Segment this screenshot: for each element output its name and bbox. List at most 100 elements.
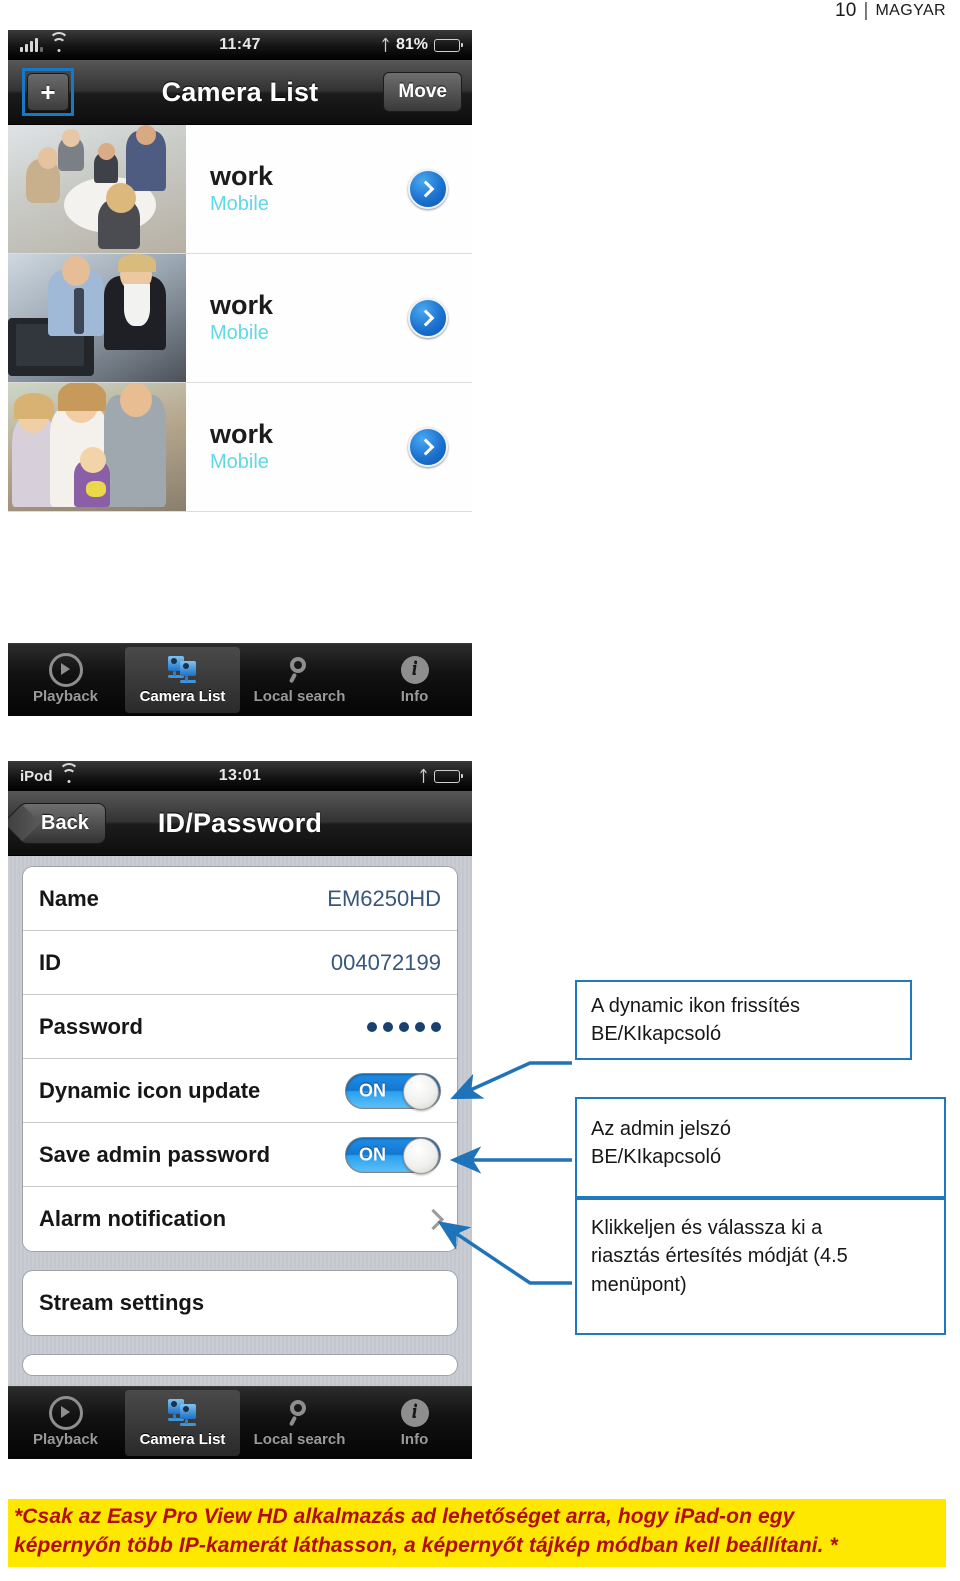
- camera-list: work Mobile work Mobile work Mobile: [8, 125, 472, 643]
- row-alarm-notification-label: Alarm notification: [39, 1206, 227, 1231]
- row-name[interactable]: Name EM6250HD: [23, 867, 457, 931]
- chevron-right-icon[interactable]: [422, 1208, 445, 1230]
- tab-playback[interactable]: Playback: [8, 644, 123, 716]
- annotation-alarm-notification-line1: Klikkeljen és válassza ki a: [591, 1217, 823, 1239]
- tab-info[interactable]: i Info: [357, 644, 472, 716]
- row-id[interactable]: ID 004072199: [23, 931, 457, 995]
- playback-icon: [48, 1396, 83, 1430]
- annotation-alarm-notification-line3: menüpont): [591, 1273, 687, 1296]
- camera-list-item[interactable]: work Mobile: [8, 254, 472, 383]
- add-camera-button[interactable]: +: [27, 73, 69, 111]
- tab-local-search[interactable]: Local search: [242, 1387, 357, 1459]
- settings-group-stream: Stream settings: [22, 1270, 458, 1336]
- tab-bar-id-password: Playback Camera List Local search i Info: [8, 1386, 472, 1459]
- tab-playback-label: Playback: [32, 688, 99, 705]
- row-name-label: Name: [39, 885, 99, 911]
- chevron-right-icon[interactable]: [408, 298, 448, 338]
- row-save-admin-password[interactable]: Save admin password ON: [23, 1123, 457, 1187]
- row-save-admin-password-label: Save admin password: [39, 1141, 271, 1167]
- row-stream-settings-label: Stream settings: [39, 1290, 205, 1315]
- tab-playback[interactable]: Playback: [8, 1387, 123, 1459]
- search-icon: [287, 655, 313, 685]
- back-button[interactable]: Back: [20, 802, 106, 844]
- annotation-admin-password: Az admin jelszó BE/KIkapcsoló: [575, 1097, 946, 1198]
- camera-item-body: work Mobile: [186, 254, 472, 382]
- row-stream-settings[interactable]: Stream settings: [23, 1271, 457, 1335]
- toggle-knob: [403, 1073, 439, 1110]
- info-icon: i: [400, 655, 429, 685]
- annotation-admin-password-line1: Az admin jelszó: [591, 1118, 732, 1140]
- tab-info[interactable]: i Info: [357, 1387, 472, 1459]
- camera-item-subtitle: Mobile: [210, 192, 269, 215]
- tab-bar-camera-list: Playback Camera List Local search i Info: [8, 643, 472, 716]
- status-bar-camera-list: 11:47 ᛏ 81%: [8, 30, 472, 60]
- annotation-admin-password-line2: BE/KIkapcsoló: [591, 1146, 722, 1169]
- header-separator: |: [863, 0, 869, 21]
- camera-item-title: work: [210, 161, 274, 192]
- camera-thumbnail: [8, 254, 186, 382]
- save-admin-password-toggle[interactable]: ON: [345, 1136, 441, 1174]
- annotation-alarm-notification-line2: riasztás értesítés módját (4.5: [591, 1245, 848, 1268]
- settings-form: Name EM6250HD ID 004072199 Password Dyna…: [8, 856, 472, 1386]
- tab-camera-list-label: Camera List: [139, 1431, 226, 1448]
- toggle-knob: [403, 1137, 439, 1174]
- footer-note-line2: képernyőn több IP-kamerát láthasson, a k…: [14, 1533, 838, 1557]
- row-id-label: ID: [39, 949, 61, 975]
- bluetooth-icon: ᛏ: [380, 36, 390, 54]
- page-header: 10 | MAGYAR: [0, 0, 960, 26]
- nav-bar-camera-list: + Camera List Move: [8, 60, 472, 125]
- camera-item-title: work: [210, 419, 274, 450]
- camera-item-subtitle: Mobile: [210, 321, 269, 344]
- tab-local-search[interactable]: Local search: [242, 644, 357, 716]
- battery-icon: [434, 38, 463, 52]
- tab-info-label: Info: [400, 1431, 429, 1448]
- battery-percent-label: 81%: [395, 36, 428, 53]
- camera-list-item[interactable]: work Mobile: [8, 383, 472, 512]
- save-admin-password-toggle-state: ON: [359, 1144, 386, 1164]
- chevron-right-icon[interactable]: [408, 427, 448, 467]
- settings-group-primary: Name EM6250HD ID 004072199 Password Dyna…: [22, 866, 458, 1252]
- password-masked-value: [367, 1021, 441, 1032]
- camera-item-body: work Mobile: [186, 125, 472, 253]
- settings-group-partial: [22, 1354, 458, 1376]
- dynamic-icon-update-toggle-state: ON: [359, 1080, 386, 1100]
- cameras-icon: [167, 1398, 199, 1428]
- camera-item-title: work: [210, 290, 274, 321]
- row-id-value: 004072199: [330, 949, 441, 975]
- playback-icon: [48, 653, 83, 687]
- row-dynamic-icon-update[interactable]: Dynamic icon update ON: [23, 1059, 457, 1123]
- dynamic-icon-update-toggle[interactable]: ON: [345, 1072, 441, 1110]
- row-alarm-notification[interactable]: Alarm notification: [23, 1187, 457, 1251]
- row-dynamic-icon-update-label: Dynamic icon update: [39, 1077, 261, 1103]
- camera-item-subtitle: Mobile: [210, 450, 269, 473]
- tab-local-search-label: Local search: [253, 1431, 346, 1448]
- camera-item-body: work Mobile: [186, 383, 472, 511]
- row-password[interactable]: Password: [23, 995, 457, 1059]
- move-button[interactable]: Move: [383, 72, 462, 112]
- camera-list-item[interactable]: work Mobile: [8, 125, 472, 254]
- footer-note-banner: *Csak az Easy Pro View HD alkalmazás ad …: [8, 1499, 946, 1567]
- screenshot-id-password: iPod 13:01 ᛏ Back ID/Password Name EM625…: [8, 761, 472, 1459]
- footer-note-line1: *Csak az Easy Pro View HD alkalmazás ad …: [14, 1505, 795, 1528]
- chevron-right-icon[interactable]: [408, 169, 448, 209]
- tab-camera-list[interactable]: Camera List: [125, 647, 240, 713]
- annotation-dynamic-icon-line1: A dynamic ikon frissítés: [591, 995, 800, 1017]
- annotation-dynamic-icon-line2: BE/KIkapcsoló: [591, 1023, 722, 1046]
- tab-playback-label: Playback: [32, 1431, 99, 1448]
- cameras-icon: [167, 655, 199, 685]
- tab-camera-list[interactable]: Camera List: [125, 1390, 240, 1456]
- row-password-label: Password: [39, 1013, 143, 1039]
- nav-bar-id-password: Back ID/Password: [8, 791, 472, 856]
- info-icon: i: [400, 1398, 429, 1428]
- battery-icon: [434, 769, 463, 783]
- status-bar-id-password: iPod 13:01 ᛏ: [8, 761, 472, 791]
- tab-local-search-label: Local search: [253, 688, 346, 705]
- screenshot-camera-list: 11:47 ᛏ 81% + Camera List Move work Mobi…: [8, 30, 472, 722]
- bluetooth-icon: ᛏ: [418, 767, 428, 785]
- camera-thumbnail: [8, 383, 186, 511]
- page-number: 10: [834, 0, 857, 21]
- annotation-dynamic-icon: A dynamic ikon frissítés BE/KIkapcsoló: [575, 980, 912, 1060]
- tab-info-label: Info: [400, 688, 429, 705]
- row-name-value: EM6250HD: [327, 885, 441, 911]
- camera-list-empty-space: [8, 512, 472, 643]
